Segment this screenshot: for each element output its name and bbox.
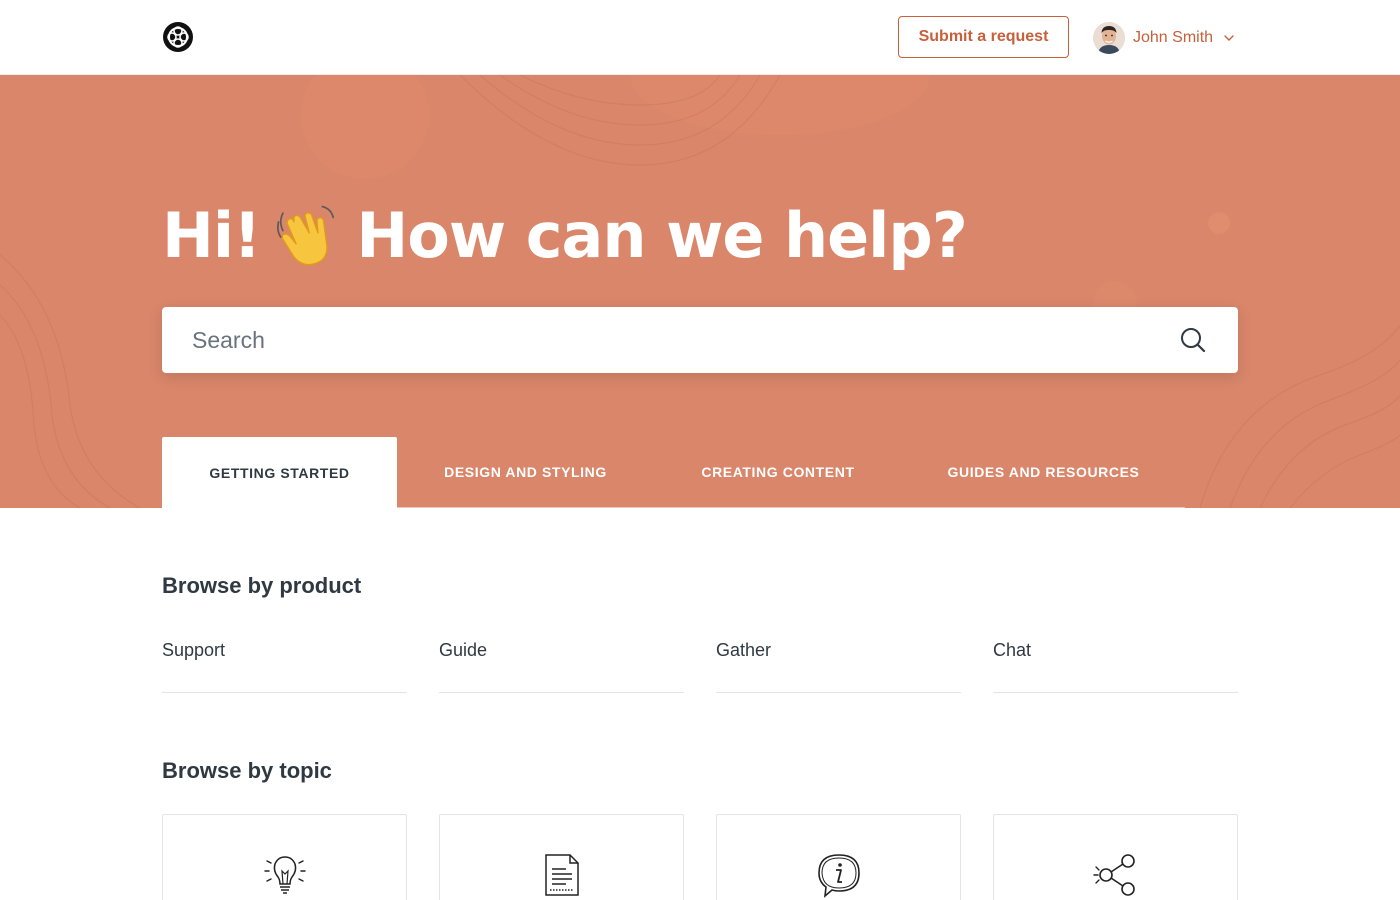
user-menu[interactable]: John Smith	[1093, 21, 1235, 55]
share-icon	[1093, 854, 1135, 896]
hero-title-greeting: Hi!	[162, 198, 261, 272]
search-icon[interactable]	[1180, 327, 1206, 353]
product-link-guide[interactable]: Guide	[439, 640, 684, 693]
tab-guides-and-resources[interactable]: GUIDES AND RESOURCES	[902, 437, 1185, 508]
browse-by-topic-heading: Browse by topic	[162, 758, 332, 783]
tab-getting-started[interactable]: GETTING STARTED	[162, 437, 397, 508]
chevron-down-icon	[1224, 35, 1234, 41]
logo-icon[interactable]	[162, 21, 194, 53]
tab-creating-content[interactable]: CREATING CONTENT	[654, 437, 902, 508]
topic-card[interactable]	[993, 814, 1238, 900]
product-link-chat[interactable]: Chat	[993, 640, 1238, 693]
page-title: Hi! How can we help?	[162, 195, 968, 275]
search-input[interactable]	[192, 307, 1152, 373]
tab-design-and-styling[interactable]: DESIGN AND STYLING	[397, 437, 654, 508]
topic-card[interactable]	[439, 814, 684, 900]
product-link-support[interactable]: Support	[162, 640, 407, 693]
site-header: Submit a request John Smith	[0, 0, 1400, 75]
submit-request-button[interactable]: Submit a request	[898, 16, 1069, 58]
topic-card[interactable]	[716, 814, 961, 900]
product-link-gather[interactable]: Gather	[716, 640, 961, 693]
search-box[interactable]	[162, 307, 1238, 373]
document-icon	[545, 854, 579, 896]
info-speech-bubble-icon	[818, 854, 860, 898]
waving-hand-icon	[277, 205, 335, 266]
avatar	[1093, 22, 1125, 54]
hero-title-question: How can we help?	[356, 198, 967, 272]
topic-card[interactable]	[162, 814, 407, 900]
user-name: John Smith	[1133, 29, 1214, 46]
browse-by-product-heading: Browse by product	[162, 573, 362, 598]
category-tabs: GETTING STARTED DESIGN AND STYLING CREAT…	[162, 437, 1185, 508]
hero-banner: Hi! How can we help? GETTING STARTED DES…	[0, 75, 1400, 508]
lightbulb-icon	[264, 856, 306, 894]
